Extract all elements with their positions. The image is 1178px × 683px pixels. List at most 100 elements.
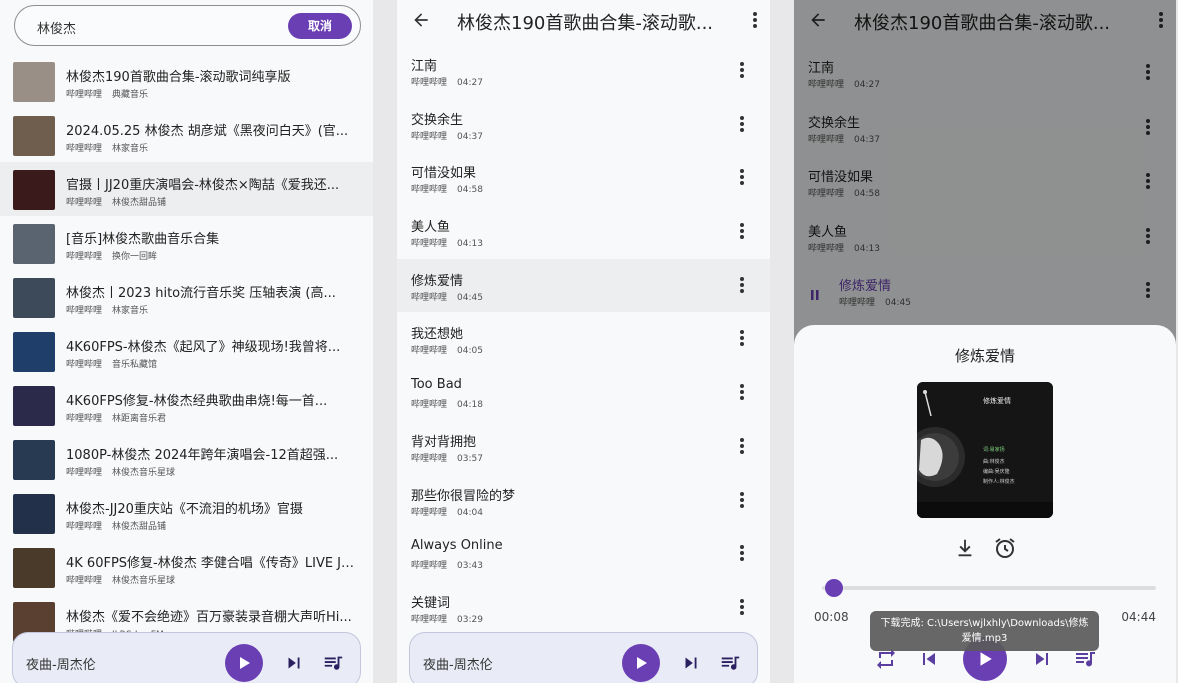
- next-button[interactable]: [283, 652, 305, 674]
- song-row[interactable]: 可惜没如果 哔哩哔哩 04:58: [794, 155, 1176, 210]
- video-thumbnail: [13, 62, 55, 102]
- song-title: 美人鱼: [411, 220, 451, 236]
- search-result-row[interactable]: 2024.05.25 林俊杰 胡彦斌《黑夜问白天》(官... 哔哩哔哩 林家音乐: [0, 108, 373, 162]
- song-source: 哔哩哔哩: [411, 131, 448, 142]
- cover-credit-arrange: 编曲:吴庆隆: [983, 469, 1010, 475]
- more-options-button[interactable]: [748, 10, 762, 30]
- play-button[interactable]: [622, 644, 660, 682]
- song-row[interactable]: 美人鱼 哔哩哔哩 04:13: [794, 210, 1176, 265]
- song-row[interactable]: 修炼爱情 哔哩哔哩 04:45: [397, 258, 770, 313]
- more-vert-icon[interactable]: [1142, 226, 1154, 246]
- search-bar[interactable]: 林俊杰 取消: [14, 5, 361, 46]
- song-row[interactable]: 江南 哔哩哔哩 04:27: [397, 44, 770, 98]
- more-vert-icon[interactable]: [736, 436, 748, 456]
- song-row[interactable]: Too Bad 哔哩哔哩 04:18: [397, 366, 770, 420]
- song-row[interactable]: 关键词 哔哩哔哩 03:29: [397, 581, 770, 635]
- more-vert-icon[interactable]: [736, 382, 748, 402]
- search-result-row[interactable]: 林俊杰-JJ20重庆站《不流泪的机场》官摄 哔哩哔哩 林俊杰甜品铺: [0, 486, 373, 540]
- play-button[interactable]: [225, 644, 263, 682]
- search-result-row[interactable]: 林俊杰丨2023 hito流行音乐奖 压轴表演 (高... 哔哩哔哩 林家音乐: [0, 270, 373, 324]
- result-source: 哔哩哔哩: [66, 576, 103, 586]
- result-source: 哔哩哔哩: [66, 90, 103, 100]
- song-duration: 04:58: [457, 185, 483, 196]
- song-meta: 哔哩哔哩 04:05: [411, 343, 483, 356]
- video-thumbnail: [13, 116, 55, 156]
- mini-player[interactable]: 夜曲-周杰伦: [409, 632, 758, 683]
- result-title: 林俊杰《爱不会绝迹》百万豪装录音棚大声听Hi...: [66, 610, 352, 625]
- search-result-row[interactable]: 4K60FPS-林俊杰《起风了》神级现场!我曾将... 哔哩哔哩 音乐私藏馆: [0, 324, 373, 378]
- more-vert-icon[interactable]: [736, 221, 748, 241]
- result-source: 哔哩哔哩: [66, 144, 103, 154]
- song-duration: 03:29: [457, 614, 483, 625]
- queue-button[interactable]: [718, 652, 742, 674]
- song-row[interactable]: 交换余生 哔哩哔哩 04:37: [397, 98, 770, 152]
- song-source: 哔哩哔哩: [411, 561, 448, 572]
- cover-credit-producer: 制作人:林俊杰: [983, 479, 1015, 485]
- more-vert-icon[interactable]: [736, 167, 748, 187]
- more-vert-icon[interactable]: [1142, 62, 1154, 82]
- now-playing-title: 修炼爱情: [954, 347, 1015, 365]
- result-source: 哔哩哔哩: [66, 360, 103, 370]
- next-button[interactable]: [680, 652, 702, 674]
- download-button[interactable]: [954, 536, 976, 560]
- more-vert-icon[interactable]: [736, 60, 748, 80]
- mini-player-title: 夜曲-周杰伦: [423, 658, 493, 673]
- more-vert-icon[interactable]: [736, 597, 748, 617]
- search-result-row[interactable]: 4K 60FPS修复-林俊杰 李健合唱《传奇》LIVE JJ... 哔哩哔哩 林俊杰…: [0, 540, 373, 594]
- song-duration: 04:58: [854, 189, 880, 199]
- song-duration: 03:57: [457, 453, 483, 464]
- mini-player[interactable]: 夜曲-周杰伦: [12, 632, 361, 683]
- search-result-row[interactable]: 林俊杰190首歌曲合集-滚动歌词纯享版 哔哩哔哩 典藏音乐: [0, 54, 373, 108]
- song-source: 哔哩哔哩: [839, 298, 876, 308]
- song-row[interactable]: 交换余生 哔哩哔哩 04:37: [794, 101, 1176, 156]
- more-vert-icon[interactable]: [736, 328, 748, 348]
- song-row[interactable]: 我还想她 哔哩哔哩 04:05: [397, 312, 770, 366]
- result-source: 哔哩哔哩: [66, 252, 103, 262]
- more-vert-icon[interactable]: [736, 543, 748, 563]
- more-vert-icon[interactable]: [1142, 171, 1154, 191]
- song-row[interactable]: Always Online 哔哩哔哩 03:43: [397, 527, 770, 581]
- result-title: 4K60FPS修复-林俊杰经典歌曲串烧!每一首...: [66, 394, 328, 409]
- more-vert-icon[interactable]: [736, 490, 748, 510]
- song-duration: 04:45: [457, 292, 483, 303]
- more-vert-icon[interactable]: [1142, 117, 1154, 137]
- song-list: 江南 哔哩哔哩 04:27 交换余生 哔哩哔哩 04:37 可惜没如果 哔哩哔哩 04:58 美人…: [397, 44, 770, 635]
- song-row[interactable]: 可惜没如果 哔哩哔哩 04:58: [397, 151, 770, 205]
- back-button[interactable]: [411, 10, 431, 30]
- result-source: 哔哩哔哩: [66, 414, 103, 424]
- song-source: 哔哩哔哩: [808, 243, 845, 254]
- result-source: 哔哩哔哩: [66, 522, 103, 532]
- song-duration: 04:05: [457, 346, 483, 357]
- more-options-button[interactable]: [1154, 10, 1168, 30]
- song-row[interactable]: 江南 哔哩哔哩 04:27: [794, 46, 1176, 101]
- search-result-row[interactable]: 4K60FPS修复-林俊杰经典歌曲串烧!每一首... 哔哩哔哩 林距离音乐君: [0, 378, 373, 432]
- result-source: 哔哩哔哩: [66, 198, 103, 208]
- video-thumbnail: [13, 332, 55, 372]
- song-row[interactable]: 修炼爱情 哔哩哔哩 04:45: [794, 264, 1176, 319]
- more-vert-icon[interactable]: [736, 114, 748, 134]
- result-uploader: 换你一回眸: [112, 252, 158, 262]
- search-input[interactable]: 林俊杰: [37, 18, 76, 37]
- play-icon: [980, 652, 992, 666]
- more-vert-icon[interactable]: [1142, 280, 1154, 300]
- sleep-timer-button[interactable]: [993, 536, 1017, 560]
- seek-handle[interactable]: [825, 579, 844, 597]
- more-vert-icon[interactable]: [736, 275, 748, 295]
- search-result-row[interactable]: 1080P-林俊杰 2024年跨年演唱会-12首超强... 哔哩哔哩 林俊杰音乐星球: [0, 432, 373, 486]
- song-row[interactable]: 美人鱼 哔哩哔哩 04:13: [397, 205, 770, 259]
- song-row[interactable]: 背对背拥抱 哔哩哔哩 03:57: [397, 420, 770, 474]
- back-button[interactable]: [808, 10, 828, 30]
- song-meta: 哔哩哔哩 04:58: [411, 182, 483, 195]
- result-title: 4K60FPS-林俊杰《起风了》神级现场!我曾将...: [66, 340, 341, 355]
- search-result-row[interactable]: 官摄丨JJ20重庆演唱会-林俊杰×陶喆《爱我还... 哔哩哔哩 林俊杰甜品铺: [0, 162, 373, 216]
- video-thumbnail: [13, 278, 55, 318]
- queue-button[interactable]: [321, 652, 345, 674]
- result-meta: 哔哩哔哩 林俊杰音乐星球: [66, 573, 175, 586]
- song-title: 修炼爱情: [839, 279, 892, 294]
- search-result-row[interactable]: [音乐]林俊杰歌曲音乐合集 哔哩哔哩 换你一回眸: [0, 216, 373, 270]
- song-row[interactable]: 那些你很冒险的梦 哔哩哔哩 04:04: [397, 474, 770, 528]
- cancel-button[interactable]: 取消: [288, 13, 352, 39]
- song-duration: 04:27: [457, 78, 483, 88]
- play-icon: [240, 657, 250, 669]
- seek-bar[interactable]: [822, 586, 1156, 590]
